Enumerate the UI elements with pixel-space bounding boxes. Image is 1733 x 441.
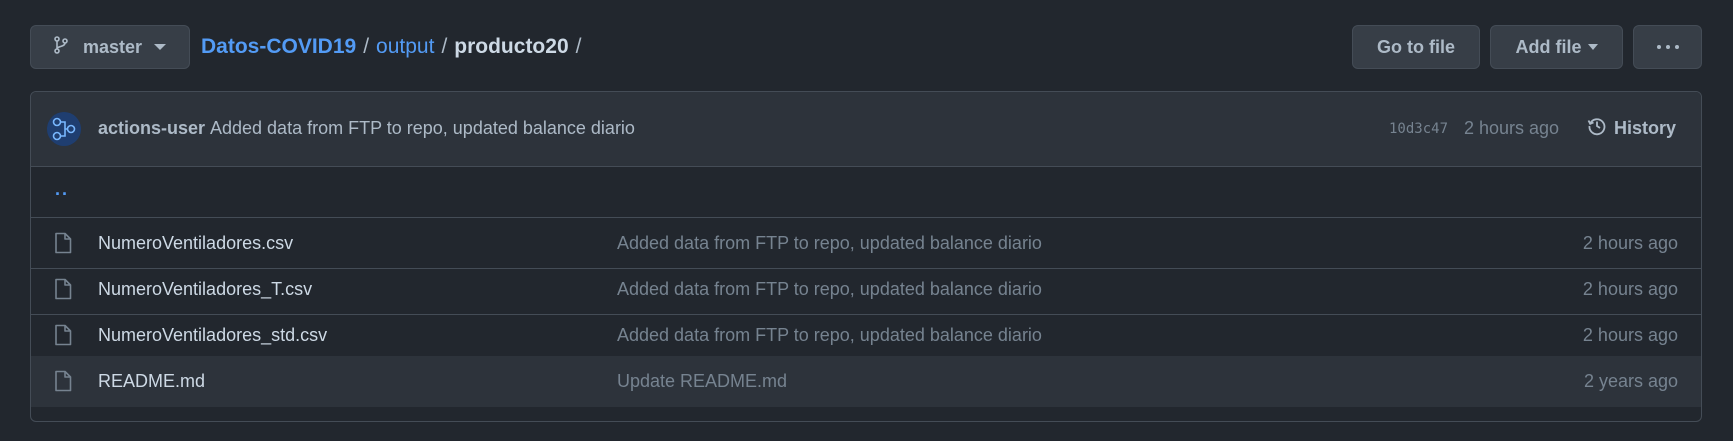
history-link[interactable]: History bbox=[1587, 116, 1676, 141]
file-browser: actions-user Added data from FTP to repo… bbox=[30, 91, 1702, 422]
breadcrumb-separator: / bbox=[575, 35, 582, 58]
breadcrumb-repo-link[interactable]: Datos-COVID19 bbox=[201, 35, 356, 59]
go-to-file-label: Go to file bbox=[1377, 36, 1455, 57]
file-name-link[interactable]: README.md bbox=[98, 371, 205, 392]
breadcrumb-separator: / bbox=[363, 35, 370, 58]
chevron-down-icon bbox=[154, 44, 167, 50]
table-row: NumeroVentiladores.csv Added data from F… bbox=[31, 218, 1701, 269]
add-file-label: Add file bbox=[1515, 36, 1582, 57]
history-icon bbox=[1587, 116, 1607, 141]
commit-sha-link[interactable]: 10d3c47 bbox=[1389, 121, 1448, 137]
git-branch-icon bbox=[53, 35, 69, 59]
breadcrumb-folder-link[interactable]: output bbox=[376, 35, 434, 59]
breadcrumb: Datos-COVID19 / output / producto20 / bbox=[201, 25, 588, 69]
file-name-link[interactable]: NumeroVentiladores_T.csv bbox=[98, 279, 312, 300]
table-row: NumeroVentiladores_std.csv Added data fr… bbox=[31, 310, 1701, 361]
table-row: NumeroVentiladores_T.csv Added data from… bbox=[31, 264, 1701, 315]
file-commit-time: 2 hours ago bbox=[1582, 233, 1678, 253]
breadcrumb-separator: / bbox=[441, 35, 448, 58]
file-icon bbox=[54, 278, 72, 305]
file-commit-time: 2 years ago bbox=[1583, 371, 1678, 391]
file-icon bbox=[54, 232, 72, 259]
branch-name: master bbox=[83, 36, 143, 57]
repo-toolbar: master Datos-COVID19 / output / producto… bbox=[30, 25, 1702, 69]
file-commit-message-link[interactable]: Added data from FTP to repo, updated bal… bbox=[617, 233, 1042, 254]
kebab-horizontal-icon bbox=[1656, 45, 1679, 49]
parent-directory-link[interactable]: .. bbox=[55, 179, 69, 200]
chevron-down-icon bbox=[1587, 44, 1598, 50]
commit-message-link[interactable]: Added data from FTP to repo, updated bal… bbox=[210, 118, 635, 139]
go-to-file-button[interactable]: Go to file bbox=[1352, 25, 1480, 69]
file-icon bbox=[54, 324, 72, 351]
table-row: README.md Update README.md 2 years ago bbox=[31, 356, 1701, 407]
commit-author-link[interactable]: actions-user bbox=[98, 118, 205, 139]
file-name-link[interactable]: NumeroVentiladores_std.csv bbox=[98, 325, 327, 346]
file-icon bbox=[54, 370, 72, 397]
branch-selector-button[interactable]: master bbox=[30, 25, 190, 69]
latest-commit-bar: actions-user Added data from FTP to repo… bbox=[31, 92, 1701, 167]
commit-time: 2 hours ago bbox=[1464, 118, 1560, 138]
history-label: History bbox=[1614, 118, 1677, 138]
file-commit-message-link[interactable]: Added data from FTP to repo, updated bal… bbox=[617, 279, 1042, 300]
file-commit-message-link[interactable]: Added data from FTP to repo, updated bal… bbox=[617, 325, 1042, 346]
add-file-button[interactable]: Add file bbox=[1490, 25, 1623, 69]
breadcrumb-current: producto20 bbox=[454, 35, 569, 58]
more-options-button[interactable] bbox=[1633, 25, 1702, 69]
file-commit-time: 2 hours ago bbox=[1582, 325, 1678, 345]
avatar[interactable] bbox=[47, 112, 81, 146]
file-name-link[interactable]: NumeroVentiladores.csv bbox=[98, 233, 293, 254]
file-commit-time: 2 hours ago bbox=[1582, 279, 1678, 299]
file-commit-message-link[interactable]: Update README.md bbox=[617, 371, 787, 392]
parent-directory-row: .. bbox=[31, 167, 1701, 218]
